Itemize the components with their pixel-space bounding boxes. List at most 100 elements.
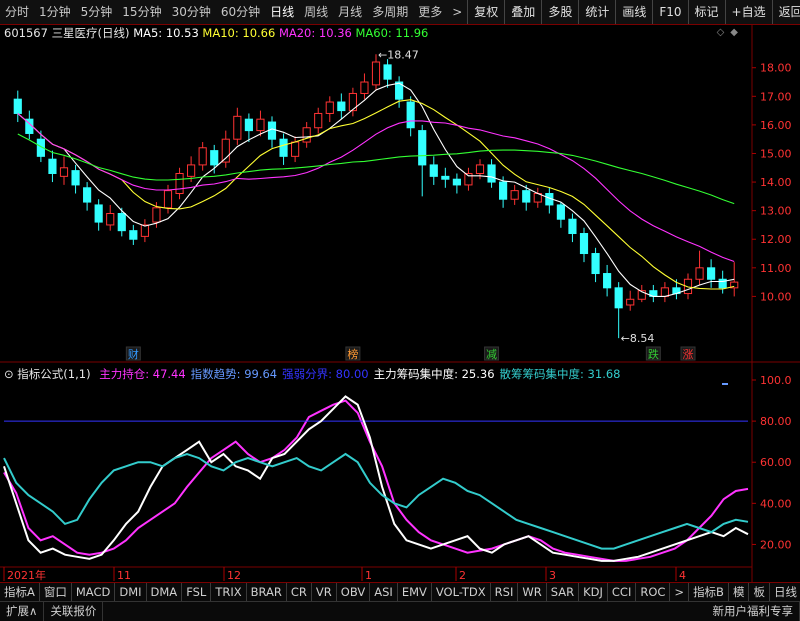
indicator-tab-9[interactable]: VR [312,583,337,601]
candle-body [569,219,576,233]
candle-body [500,182,507,199]
period-label[interactable]: 日线 [770,583,800,601]
new-user-notice[interactable]: 新用户福利专享 [707,602,800,621]
candle-body [72,171,79,185]
indicator-line-3 [4,454,748,549]
candle-body [430,165,437,176]
candle-body [361,82,368,93]
date-axis-label: 12 [227,569,241,582]
candle-body [268,122,275,139]
candle-body [49,159,56,173]
indicator-axis-label: 80.00 [760,415,792,428]
indicator-tab-14[interactable]: RSI [491,583,519,601]
candle-body [176,173,183,193]
indicator-tab-15[interactable]: WR [518,583,546,601]
price-axis-label: 16.00 [760,119,792,132]
candle-body [60,168,67,177]
candle-body [511,191,518,200]
candle-body [130,231,137,240]
candle-body [118,214,125,231]
date-axis-label: 4 [679,569,686,582]
candle-body [338,102,345,111]
event-marker-1[interactable]: 榜 [347,347,358,361]
price-axis-label: 12.00 [760,233,792,246]
candle-body [627,299,634,305]
event-marker-3[interactable]: 跌 [648,347,659,361]
candle-body [661,288,668,297]
indicator-tab-20[interactable]: > [670,583,689,601]
expand-button[interactable]: 扩展∧ [0,602,44,621]
date-axis-label: 1 [365,569,372,582]
indicator-axis-label: 20.00 [760,538,792,551]
indicator-tab-3[interactable]: DMI [115,583,146,601]
indicator-tab-10[interactable]: OBV [337,583,370,601]
event-marker-0[interactable]: 财 [128,347,139,361]
candle-body [280,139,287,156]
candle-body [84,188,91,202]
indicator-tab-18[interactable]: CCI [608,583,636,601]
kline-chart[interactable]: 18.0017.0016.0015.0014.0013.0012.0011.00… [0,0,800,582]
candle-body [580,234,587,254]
related-quote-button[interactable]: 关联报价 [44,602,103,621]
indicator-tab-19[interactable]: ROC [636,583,670,601]
candle-body [708,268,715,279]
indicator-tab-0[interactable]: 指标A [0,583,40,601]
candle-body [257,119,264,130]
indicator-tab-13[interactable]: VOL-TDX [432,583,491,601]
indicator-tab-2[interactable]: MACD [72,583,115,601]
candle-body [303,128,310,142]
indicator-axis-label: 40.00 [760,497,792,510]
candle-body [211,151,218,165]
indicator-tab-4[interactable]: DMA [147,583,183,601]
indicator-tab-8[interactable]: CR [287,583,312,601]
indicator-tab-6[interactable]: TRIX [211,583,246,601]
price-axis-label: 18.00 [760,62,792,75]
indicator-tab-7[interactable]: BRAR [247,583,287,601]
candle-body [95,205,102,222]
candle-body [107,214,114,225]
date-axis-label: 2 [459,569,466,582]
date-axis-label: 3 [549,569,556,582]
low-price-annotation: ←8.54 [621,332,655,345]
indicator-tab-17[interactable]: KDJ [579,583,608,601]
candle-body [372,62,379,85]
candle-body [488,165,495,182]
candle-body [292,142,299,156]
indicator-axis-label: 60.00 [760,456,792,469]
candle-body [234,116,241,139]
candle-body [326,102,333,113]
indicator-tab-16[interactable]: SAR [547,583,579,601]
indicator-tab-11[interactable]: ASI [370,583,398,601]
candle-body [523,191,530,202]
candle-body [476,165,483,174]
candle-body [407,102,414,128]
candle-body [615,288,622,308]
ma5-line [18,83,734,296]
candle-body [419,131,426,165]
candle-body [453,179,460,185]
status-bar: 扩展∧ 关联报价 新用户福利专享 [0,601,800,621]
date-axis-label: 11 [117,569,131,582]
price-axis-label: 15.00 [760,147,792,160]
indicator-tab-1[interactable]: 窗口 [40,583,72,601]
candle-body [14,99,21,113]
candle-body [245,119,252,130]
price-axis-label: 10.00 [760,290,792,303]
indicator-tab-21[interactable]: 指标B [689,583,729,601]
candle-body [442,176,449,179]
event-marker-2[interactable]: 减 [486,348,497,361]
candle-body [592,254,599,274]
candle-body [557,205,564,219]
indicator-axis-label: 100.0 [760,374,792,387]
candle-body [384,65,391,79]
candle-body [188,165,195,176]
indicator-tabs: 指标A窗口MACDDMIDMAFSLTRIXBRARCRVROBVASIEMVV… [0,582,800,601]
price-axis-label: 17.00 [760,90,792,103]
indicator-tab-23[interactable]: 板 [749,583,770,601]
candle-body [315,113,322,127]
candle-body [696,268,703,279]
indicator-tab-22[interactable]: 模 [729,583,750,601]
event-marker-4[interactable]: 涨 [683,348,694,361]
indicator-tab-12[interactable]: EMV [398,583,432,601]
indicator-tab-5[interactable]: FSL [182,583,211,601]
